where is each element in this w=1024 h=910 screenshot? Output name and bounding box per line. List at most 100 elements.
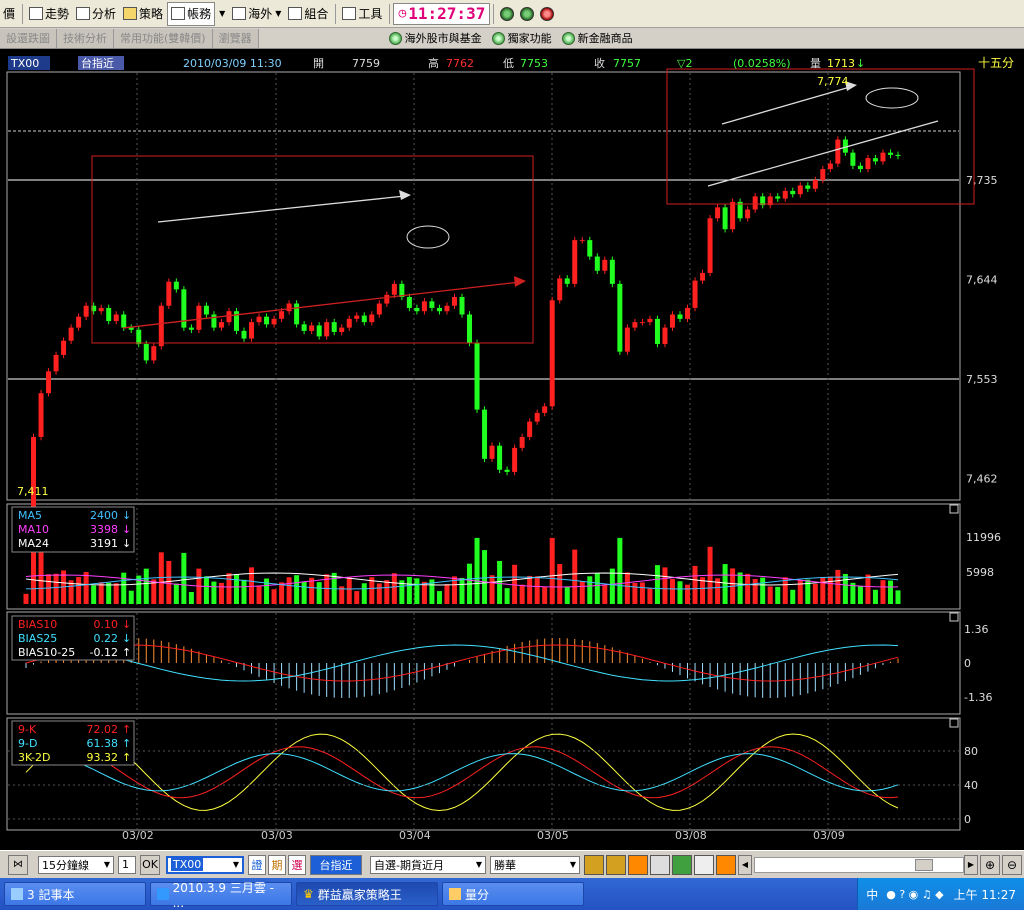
volume-bar (895, 590, 901, 604)
taskbar-item-strategy[interactable]: ♛ 群益贏家策略王 (296, 882, 438, 906)
tab-common-functions[interactable]: 常用功能(雙韓價) (114, 28, 213, 48)
candle-body (572, 240, 578, 284)
ok-button[interactable]: OK (140, 854, 160, 875)
volume-bar (83, 571, 89, 604)
scroll-left-icon[interactable]: ◀ (738, 854, 752, 875)
header-change: ▽2 (677, 57, 692, 70)
futures-button[interactable]: 期 (268, 854, 286, 875)
legend-value: 93.32 (87, 751, 119, 764)
stock-button[interactable]: 證 (248, 854, 266, 875)
candle-body (136, 329, 142, 345)
link-financial-products[interactable]: 新金融商品 (561, 30, 633, 46)
zoom-out-icon[interactable]: ⊖ (1002, 854, 1022, 875)
notepad-icon (11, 888, 23, 900)
volume-bar (113, 583, 119, 604)
taskbar-label: 群益贏家策略王 (317, 887, 402, 902)
candle-body (662, 327, 668, 345)
taskbar-item-browser[interactable]: 2010.3.9 三月雲 - ... (150, 881, 292, 910)
toolbar-tools-button[interactable]: 工具 (339, 2, 385, 26)
shift-icon[interactable] (716, 854, 736, 875)
chart-svg[interactable]: TX00 台指近 2010/03/09 11:30 開 7759 高 7762 … (0, 49, 1024, 850)
scroll-right-icon[interactable]: ▶ (964, 854, 978, 875)
toolbar-trend-button[interactable]: 走勢 (26, 2, 72, 26)
tab-chart-settings[interactable]: 設還跌圖 (0, 28, 57, 48)
legend-arrow: ↑ (122, 723, 131, 736)
expand-icon[interactable]: ⋈ (8, 854, 28, 875)
toolbar-account-button[interactable]: 帳務 (167, 1, 216, 26)
candle-body (677, 314, 683, 319)
volume-bar (226, 573, 232, 604)
toolbar-strategy-button[interactable]: 策略 (120, 2, 166, 26)
candle-body (444, 305, 450, 312)
header-period: 十五分 (978, 56, 1014, 70)
volume-bar (587, 576, 593, 604)
candle-body (850, 152, 856, 166)
toolbar-price-button[interactable]: 價 (0, 2, 18, 26)
horizontal-scrollbar[interactable] (754, 856, 964, 873)
green-status-icon-2[interactable] (520, 6, 535, 21)
chevron-down-icon: ▼ (232, 860, 239, 869)
count-value: 1 (122, 858, 129, 871)
link-overseas-markets[interactable]: 海外股市與基金 (388, 30, 482, 46)
header-code: TX00 (10, 57, 39, 70)
tab-technical-analysis[interactable]: 技術分析 (57, 28, 114, 48)
red-status-icon[interactable] (540, 6, 555, 21)
candle-body (812, 180, 818, 189)
candle-body (241, 330, 247, 339)
candle-body (512, 447, 518, 472)
volume-bar (286, 577, 292, 604)
date-label: 03/09 (813, 829, 845, 842)
language-indicator[interactable]: 中 (866, 886, 878, 903)
crosshair-icon[interactable] (584, 854, 604, 875)
wrench-icon[interactable] (606, 854, 626, 875)
eraser-icon[interactable] (650, 854, 670, 875)
candle-body (459, 296, 465, 315)
tray-icons[interactable]: ● ? ◉ ♫ ◆ (886, 888, 943, 901)
volume-bar (572, 549, 578, 604)
volume-bar (827, 576, 833, 604)
options-button[interactable]: 選 (288, 854, 306, 875)
candle-body (429, 301, 435, 308)
link-exclusive-functions[interactable]: 獨家功能 (491, 30, 552, 46)
candle-body (53, 354, 59, 372)
candle-body (436, 307, 442, 312)
code-input[interactable]: TX00 ▼ (166, 855, 244, 874)
volume-bar (497, 560, 503, 604)
green-status-icon[interactable] (500, 6, 515, 21)
volume-bar (639, 582, 645, 604)
volume-bar (812, 583, 818, 604)
candle-body (715, 207, 721, 219)
volume-bar (361, 583, 367, 604)
refresh-icon[interactable] (694, 854, 714, 875)
scrollbar-thumb[interactable] (915, 858, 933, 871)
volume-bar (632, 582, 638, 604)
tray-clock: 上午 11:27 (953, 887, 1016, 902)
candle-body (617, 283, 623, 352)
taskbar-item-notepad[interactable]: 3 記事本 (4, 882, 146, 906)
link-products-label: 新金融商品 (577, 32, 633, 45)
candle-body (827, 163, 833, 170)
toolbar-account-dropdown[interactable]: ▼ (216, 2, 228, 26)
header-close-label: 收 (594, 56, 605, 70)
broker-select[interactable]: 勝華 ▼ (490, 855, 580, 874)
toolbar-combo-button[interactable]: 組合 (285, 2, 331, 26)
candle-body (384, 294, 390, 304)
volume-bar (436, 591, 442, 604)
toolbar-analysis-button[interactable]: 分析 (73, 2, 119, 26)
name-button[interactable]: 台指近 (310, 854, 362, 875)
taskbar-item-paint[interactable]: 量分 (442, 882, 584, 906)
zoom-in-icon[interactable]: ⊕ (980, 854, 1000, 875)
export-icon[interactable] (672, 854, 692, 875)
count-input[interactable]: 1 (118, 855, 136, 874)
chart-area[interactable]: TX00 台指近 2010/03/09 11:30 開 7759 高 7762 … (0, 49, 1024, 850)
draw-line-icon[interactable] (628, 854, 648, 875)
tab-browser[interactable]: 瀏覽器 (212, 28, 259, 48)
volume-bar (692, 565, 698, 604)
group-select[interactable]: 自選-期貨近月 ▼ (370, 855, 486, 874)
period-select[interactable]: 15分鐘線 ▼ (38, 855, 114, 874)
clock-display: ◷ 11:27:37 (393, 2, 491, 25)
tools-icon (342, 7, 357, 20)
volume-bar (842, 573, 848, 604)
folder-icon (123, 7, 138, 20)
toolbar-overseas-button[interactable]: 海外 ▼ (229, 2, 284, 26)
